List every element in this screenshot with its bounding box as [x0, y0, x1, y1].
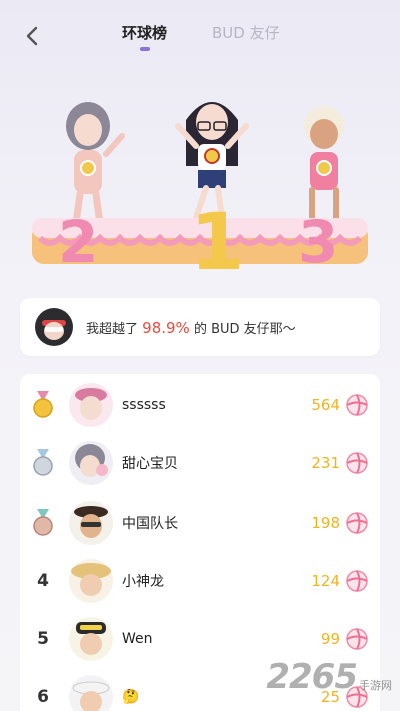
avatar [69, 501, 113, 545]
rank-slot [20, 449, 66, 477]
rank-slot [20, 391, 66, 419]
list-item[interactable]: 中国队长 198 [20, 494, 380, 552]
podium-number-1: 1 [190, 198, 245, 288]
avatar [69, 675, 113, 711]
candy-icon [346, 628, 368, 650]
user-name: Wen [122, 631, 153, 647]
rank-number: 6 [37, 687, 49, 707]
rank-slot: 4 [20, 571, 66, 591]
list-item[interactable]: ssssss 564 [20, 376, 380, 434]
my-avatar [35, 308, 73, 346]
top-bar: 环球榜 BUD 友仔 [0, 0, 400, 64]
user-name: 甜心宝贝 [122, 456, 178, 472]
gold-medal-icon [33, 391, 53, 418]
rank-slot: 6 [20, 687, 66, 707]
podium-number-3: 3 [298, 208, 339, 276]
rank-number: 5 [37, 629, 49, 649]
chevron-left-icon [26, 26, 38, 46]
watermark-text: 手游网 [359, 679, 392, 692]
score: 198 [311, 514, 340, 532]
candy-icon [346, 512, 368, 534]
score: 99 [320, 630, 340, 648]
back-button[interactable] [18, 22, 46, 50]
score: 124 [311, 572, 340, 590]
score: 231 [311, 454, 340, 472]
tab-bud-friends[interactable]: BUD 友仔 [212, 22, 280, 43]
watermark: 2265 手游网 [266, 657, 392, 697]
avatar [69, 559, 113, 603]
rank-slot: 5 [20, 629, 66, 649]
beat-percent: 98.9% [142, 318, 190, 337]
avatar [69, 441, 113, 485]
candy-icon [346, 394, 368, 416]
active-tab-indicator [140, 47, 150, 51]
list-item[interactable]: 4 小神龙 124 [20, 552, 380, 610]
podium-number-2: 2 [58, 208, 99, 276]
candy-icon [346, 570, 368, 592]
rank-number: 4 [37, 571, 49, 591]
watermark-logo: 2265 [266, 657, 358, 697]
candy-icon [346, 452, 368, 474]
avatar [69, 383, 113, 427]
bronze-medal-icon [33, 509, 53, 536]
score: 564 [311, 396, 340, 414]
silver-medal-icon [33, 449, 53, 476]
beat-message: 我超越了 98.9% 的 BUD 友仔耶～ [86, 318, 296, 337]
avatar [69, 617, 113, 661]
user-name: ssssss [122, 397, 166, 413]
beat-prefix: 我超越了 [86, 321, 139, 337]
tab-global-ranking[interactable]: 环球榜 [122, 22, 167, 43]
podium-illustration: 2 1 3 [0, 80, 400, 290]
rank-slot [20, 509, 66, 537]
beat-percentage-banner: 我超越了 98.9% 的 BUD 友仔耶～ [20, 298, 380, 356]
list-item[interactable]: 甜心宝贝 231 [20, 434, 380, 492]
beat-suffix: 的 BUD 友仔耶～ [193, 321, 296, 337]
user-name: 小神龙 [122, 574, 164, 590]
user-name: 中国队长 [122, 516, 178, 532]
